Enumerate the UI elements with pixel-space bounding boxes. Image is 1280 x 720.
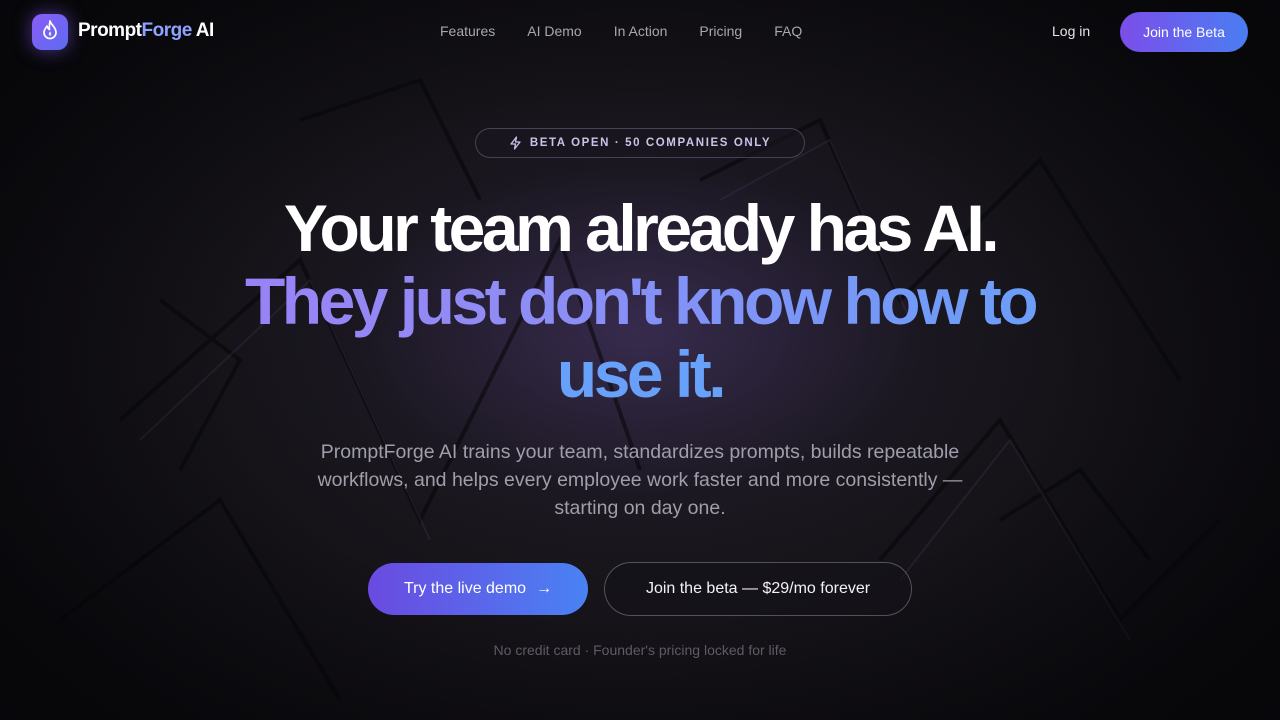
fine-print: No credit card · Founder's pricing locke… xyxy=(493,642,787,658)
brand-name-part-3: AI xyxy=(195,20,215,41)
join-beta-button[interactable]: Join the Beta xyxy=(1120,12,1248,52)
nav-link-pricing[interactable]: Pricing xyxy=(699,23,742,39)
flame-icon xyxy=(41,19,59,45)
arrow-right-icon: → xyxy=(536,580,553,597)
headline-line-1: Your team already has AI. xyxy=(283,191,1000,265)
headline-line-3: use it. xyxy=(0,336,1280,412)
nav-link-features[interactable]: Features xyxy=(440,23,495,39)
nav-link-ai-demo[interactable]: AI Demo xyxy=(527,23,581,39)
brand-name-part-2: Forge xyxy=(141,20,193,41)
nav-links: Features AI Demo In Action Pricing FAQ xyxy=(440,23,834,39)
beta-badge-text: BETA OPEN · 50 COMPANIES ONLY xyxy=(529,137,772,149)
lightning-icon xyxy=(509,136,522,150)
top-navigation: PromptForge AI Features AI Demo In Action… xyxy=(0,0,1280,64)
login-link[interactable]: Log in xyxy=(1052,23,1090,39)
try-demo-button[interactable]: Try the live demo → xyxy=(368,563,588,615)
try-demo-label: Try the live demo xyxy=(403,580,527,597)
brand-name-part-1: Prompt xyxy=(78,20,142,41)
join-beta-pricing-button[interactable]: Join the beta — $29/mo forever xyxy=(604,562,912,616)
hero-subtitle: PromptForge AI trains your team, standar… xyxy=(317,441,963,519)
nav-link-faq[interactable]: FAQ xyxy=(774,23,802,39)
nav-link-in-action[interactable]: In Action xyxy=(614,23,668,39)
headline-line-2: They just don't know how to xyxy=(0,263,1280,339)
beta-badge: BETA OPEN · 50 COMPANIES ONLY xyxy=(475,128,805,158)
logo-mark[interactable] xyxy=(32,14,68,50)
brand-name[interactable]: PromptForge AI xyxy=(78,20,214,42)
